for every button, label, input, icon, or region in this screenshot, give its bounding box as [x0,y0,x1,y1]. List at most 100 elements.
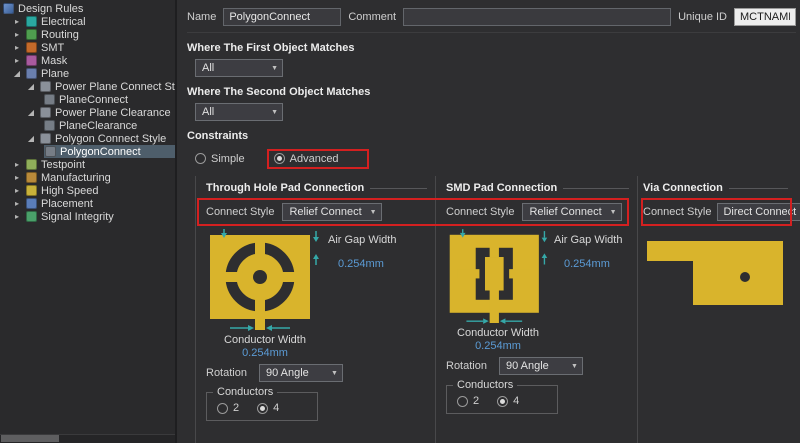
dropdown-value: All [202,106,214,118]
expander-icon[interactable]: ▸ [12,210,22,223]
rule-type-icon [40,81,51,92]
tree-item-planeconnect[interactable]: PlaneConnect [0,93,175,106]
tree-item-label: PolygonConnect [60,146,141,158]
expander-icon[interactable]: ◢ [26,80,36,93]
tree-item-label: Power Plane Clearance [55,107,171,119]
chevron-down-icon: ▼ [271,109,278,116]
tree-item-label: Polygon Connect Style [55,133,166,145]
th-conductors-group: Conductors 2 4 [206,392,318,421]
expander-icon[interactable]: ▸ [12,15,22,28]
connect-style-label: Connect Style [206,206,274,218]
conductor-width-value: 0.254mm [206,347,324,359]
first-object-scope-dropdown[interactable]: All ▼ [195,59,283,77]
column-title: SMD Pad Connection [446,182,557,194]
unique-id-input[interactable] [734,8,796,26]
conductors-4-radio[interactable] [257,403,268,414]
tree-item-plane[interactable]: ◢ Plane [0,67,175,80]
air-gap-label: Air Gap Width [328,234,396,246]
air-gap-value: 0.254mm [564,258,622,270]
divider [370,188,427,189]
tree-item-manufacturing[interactable]: ▸ Manufacturing [0,171,175,184]
rotation-row: Rotation 90 Angle ▼ [206,364,427,382]
tree-item-polygon-connect-style[interactable]: ◢ Polygon Connect Style [0,132,175,145]
via-connection-panel: Via Connection Connect Style Direct Conn… [637,176,796,443]
rotation-label: Rotation [206,367,247,379]
expander-icon[interactable]: ◢ [12,67,22,80]
rules-editor-window: Design Rules ▸ Electrical ▸ Routing ▸ SM… [0,0,800,443]
conductors-4-option[interactable]: 4 [497,395,519,407]
chevron-down-icon: ▼ [370,209,377,216]
tree-item-power-plane-clearance[interactable]: ◢ Power Plane Clearance [0,106,175,119]
tree-item-placement[interactable]: ▸ Placement [0,197,175,210]
horizontal-scrollbar[interactable] [0,434,175,443]
simple-mode-option[interactable]: Simple [195,153,245,165]
tree-item-high-speed[interactable]: ▸ High Speed [0,184,175,197]
expander-icon[interactable]: ▸ [12,54,22,67]
tree-item-label: Design Rules [18,3,83,15]
tree-item-routing[interactable]: ▸ Routing [0,28,175,41]
scrollbar-thumb[interactable] [1,435,59,442]
conductors-2-option[interactable]: 2 [217,402,239,414]
tree-item-polygonconnect-selected[interactable]: PolygonConnect [0,145,175,158]
advanced-mode-annotation: Advanced [267,149,369,169]
second-object-matches-title: Where The Second Object Matches [187,86,796,98]
name-label: Name [187,11,216,23]
simple-label: Simple [211,153,245,165]
chevron-down-icon: ▼ [331,370,338,377]
th-connect-style-dropdown[interactable]: Relief Connect ▼ [282,203,381,221]
conductors-4-option[interactable]: 4 [257,402,279,414]
divider [729,188,788,189]
tree-item-label: Plane [41,68,69,80]
tree-item-label: PlaneClearance [59,120,137,132]
testpoint-icon [26,159,37,170]
expander-icon[interactable]: ◢ [26,106,36,119]
expander-icon[interactable]: ▸ [12,184,22,197]
expander-icon[interactable]: ▸ [12,171,22,184]
rule-icon [44,94,55,105]
smd-pad-connection-panel: SMD Pad Connection Connect Style Relief … [435,176,637,443]
tree-item-label: SMT [41,42,64,54]
tree-item-planeclearance[interactable]: PlaneClearance [0,119,175,132]
comment-label: Comment [348,11,396,23]
expander-icon[interactable]: ▸ [12,197,22,210]
conductors-2-radio[interactable] [217,403,228,414]
advanced-mode-option[interactable]: Advanced [274,153,339,165]
tree-item-signal-integrity[interactable]: ▸ Signal Integrity [0,210,175,223]
tree-item-mask[interactable]: ▸ Mask [0,54,175,67]
comment-input[interactable] [403,8,671,26]
tree-item-testpoint[interactable]: ▸ Testpoint [0,158,175,171]
expander-icon[interactable]: ▸ [12,28,22,41]
simple-radio[interactable] [195,153,206,164]
conductors-4-label: 4 [273,402,279,414]
conductors-4-radio[interactable] [497,396,508,407]
connect-style-label: Connect Style [446,206,514,218]
smd-rotation-dropdown[interactable]: 90 Angle ▼ [499,357,583,375]
th-rotation-dropdown[interactable]: 90 Angle ▼ [259,364,343,382]
via-connect-style-dropdown[interactable]: Direct Connect ▼ [717,203,800,221]
smd-conductors-group: Conductors 2 4 [446,385,558,414]
design-rules-icon [3,3,14,14]
tree-item-label: High Speed [41,185,99,197]
expander-icon[interactable]: ▸ [12,41,22,54]
column-header: Via Connection [643,182,788,194]
tree-item-smt[interactable]: ▸ SMT [0,41,175,54]
high-speed-icon [26,185,37,196]
through-hole-pad-connection-panel: Through Hole Pad Connection Connect Styl… [195,176,435,443]
expander-icon[interactable]: ◢ [26,132,36,145]
placement-icon [26,198,37,209]
expander-icon[interactable]: ▸ [12,158,22,171]
second-object-scope-dropdown[interactable]: All ▼ [195,103,283,121]
conductors-2-radio[interactable] [457,396,468,407]
name-input[interactable] [223,8,341,26]
advanced-radio[interactable] [274,153,285,164]
rule-editor-panel: Name Comment Unique ID Where The First O… [177,0,800,443]
smd-relief-diagram [446,229,550,326]
connect-style-label: Connect Style [643,206,711,218]
tree-item-power-plane-connect-style[interactable]: ◢ Power Plane Connect Style [0,80,175,93]
conductors-2-option[interactable]: 2 [457,395,479,407]
conductor-width-label: Conductor Width [446,327,550,339]
smd-connect-style-dropdown[interactable]: Relief Connect ▼ [522,203,621,221]
air-gap-value: 0.254mm [338,258,396,270]
tree-item-design-rules[interactable]: Design Rules [0,2,175,15]
tree-item-electrical[interactable]: ▸ Electrical [0,15,175,28]
